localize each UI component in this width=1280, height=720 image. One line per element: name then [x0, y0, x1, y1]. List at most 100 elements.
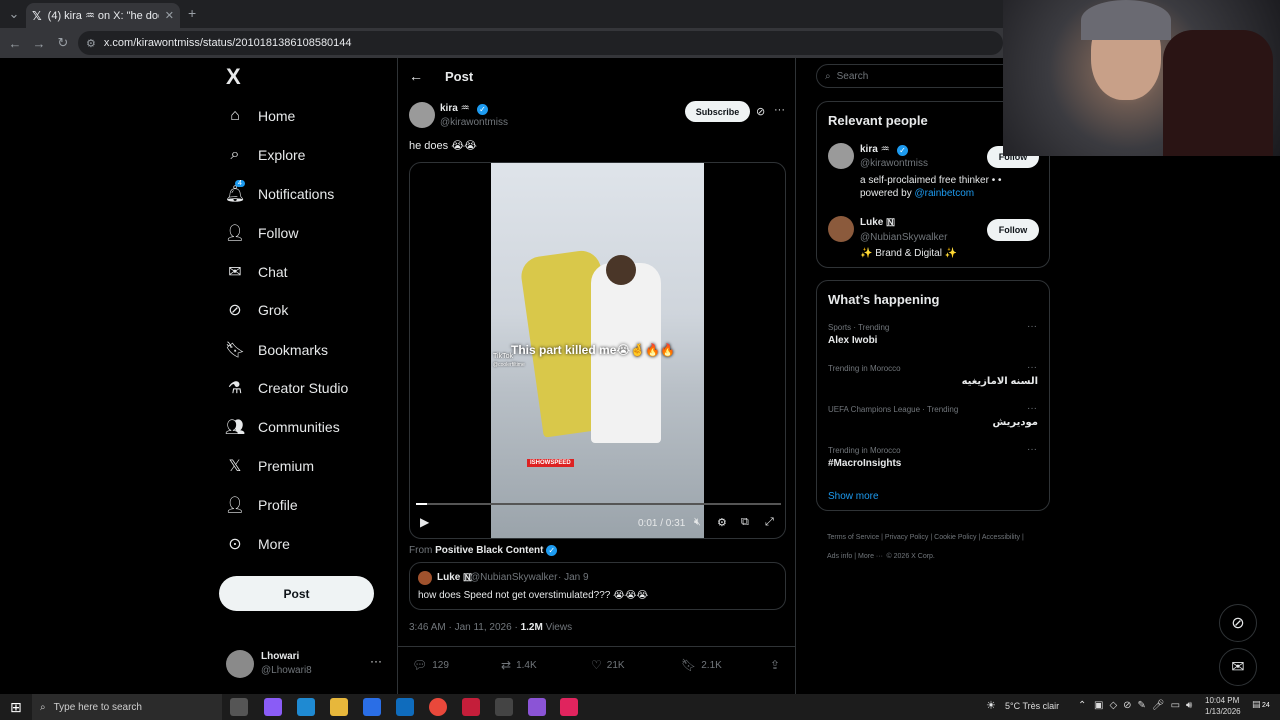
obs-icon[interactable]: [495, 698, 513, 716]
more-icon[interactable]: ···: [774, 104, 785, 116]
play-icon[interactable]: ▶: [420, 515, 429, 529]
address-bar[interactable]: ⚙ x.com/kirawontmiss/status/201018138610…: [78, 31, 1003, 55]
head: [606, 255, 636, 285]
sidebar-item-chat[interactable]: ✉ Chat: [226, 258, 287, 286]
app-icon[interactable]: [462, 698, 480, 716]
site-info-icon[interactable]: ⚙: [86, 37, 96, 50]
person-name[interactable]: Luke 🇳: [860, 217, 895, 228]
quote-author: Luke 🇳: [437, 572, 472, 583]
file-explorer-icon[interactable]: [330, 698, 348, 716]
sidebar-item-profile[interactable]: 👤︎ Profile: [225, 491, 298, 519]
footer-link[interactable]: Ads info: [827, 553, 852, 560]
author-handle[interactable]: @kirawontmiss: [440, 117, 508, 128]
weather-text[interactable]: 5°C Très clair: [1005, 701, 1059, 711]
back-arrow-icon[interactable]: ←: [409, 68, 423, 84]
footer-link[interactable]: Privacy Policy: [885, 534, 929, 541]
card-title: What’s happening: [828, 292, 940, 307]
more-icon[interactable]: ···: [1027, 403, 1037, 414]
more-icon[interactable]: ···: [370, 654, 382, 668]
reload-icon[interactable]: ↻: [53, 33, 73, 53]
forward-icon[interactable]: →: [29, 33, 49, 53]
from-source-link[interactable]: Positive Black Content: [435, 545, 543, 556]
messages-fab-button[interactable]: ✉: [1219, 648, 1257, 686]
close-tab-icon[interactable]: ✕: [165, 9, 174, 22]
x-logo[interactable]: X: [226, 64, 241, 90]
show-more-link[interactable]: Show more: [828, 491, 879, 502]
search-icon: ⌕: [40, 701, 46, 713]
footer-link[interactable]: Terms of Service: [827, 534, 879, 541]
like-button[interactable]: ♡ 21K: [591, 658, 625, 672]
sidebar-item-premium[interactable]: 𝕏 Premium: [226, 452, 314, 480]
grok-icon[interactable]: ⊘: [756, 105, 765, 118]
follow-button[interactable]: Follow: [987, 219, 1039, 241]
account-switcher[interactable]: Lhowari @Lhowari8 ···: [226, 648, 386, 682]
author-name[interactable]: kira ♒: [440, 103, 470, 114]
sidebar-item-grok[interactable]: ⊘ Grok: [226, 296, 288, 324]
grok-fab-button[interactable]: ⊘: [1219, 604, 1257, 642]
more-icon[interactable]: ···: [1027, 444, 1037, 455]
clock-date[interactable]: 1/13/2026: [1205, 707, 1241, 716]
person-name[interactable]: kira ♒: [860, 144, 890, 155]
sidebar-item-bookmarks[interactable]: 🔖︎ Bookmarks: [225, 336, 329, 364]
avatar[interactable]: [828, 143, 854, 169]
footer-links: Terms of Service | Privacy Policy | Cook…: [827, 534, 1024, 560]
sidebar-item-notifications[interactable]: 🔔︎ 4 Notifications: [225, 180, 334, 208]
outlook-icon[interactable]: [396, 698, 414, 716]
tiktok-handle: @coolerfiltime: [493, 362, 525, 368]
app-icon[interactable]: [560, 698, 578, 716]
taskbar-search-input[interactable]: ⌕ Type here to search: [32, 694, 222, 720]
clock-time[interactable]: 10:04 PM: [1205, 696, 1239, 705]
store-icon[interactable]: [363, 698, 381, 716]
video-progress-track[interactable]: [416, 503, 781, 505]
picture-in-picture-icon[interactable]: ⧉: [741, 516, 749, 529]
trend-name: السنه الامازيغيه: [961, 376, 1038, 387]
post-button[interactable]: Post: [219, 576, 374, 611]
sidebar-item-communities[interactable]: 👥︎ Communities: [225, 413, 340, 441]
footer-link[interactable]: Cookie Policy: [934, 534, 976, 541]
repost-button[interactable]: ⇄ 1.4K: [501, 658, 537, 672]
quoted-post[interactable]: Luke 🇳 @NubianSkywalker · Jan 9 how does…: [409, 562, 786, 610]
flask-icon: ⚗: [227, 380, 243, 397]
sidebar-item-label: Bookmarks: [258, 342, 329, 358]
sidebar-item-creator-studio[interactable]: ⚗ Creator Studio: [226, 374, 348, 402]
footer-link[interactable]: More ···: [858, 553, 883, 560]
copilot-icon[interactable]: [264, 698, 282, 716]
reply-button[interactable]: 💬︎ 129: [412, 658, 449, 672]
browser-tab[interactable]: 𝕏 (4) kira ♒ on X: "he does 😭😭 ✕: [26, 3, 180, 28]
tab-list-chevron-icon[interactable]: ⌄: [4, 4, 24, 24]
sidebar-item-more[interactable]: ⊙ More: [226, 530, 290, 558]
mute-icon[interactable]: 🔇︎: [694, 516, 701, 529]
avatar[interactable]: [409, 102, 435, 128]
sidebar-item-label: Creator Studio: [258, 380, 349, 396]
task-view-icon[interactable]: [230, 698, 248, 716]
sidebar-item-follow[interactable]: 👤︎ Follow: [225, 219, 299, 247]
footer-link[interactable]: Accessibility: [982, 534, 1020, 541]
more-icon[interactable]: ···: [1027, 321, 1037, 332]
avatar[interactable]: [828, 216, 854, 242]
post-text: he does 😭😭: [409, 140, 477, 152]
whats-happening-card: What’s happening Sports · Trending Alex …: [816, 280, 1050, 511]
x-favicon-icon: 𝕏: [32, 8, 42, 23]
bio-link[interactable]: @rainbetcom: [914, 188, 974, 199]
new-tab-button[interactable]: +: [188, 5, 196, 21]
chrome-icon[interactable]: [429, 698, 447, 716]
app-icon[interactable]: [528, 698, 546, 716]
video-player[interactable]: This part killed me😭🤞🔥🔥 TikTok @coolerfi…: [409, 162, 786, 539]
sidebar-item-explore[interactable]: ⌕ Explore: [226, 141, 306, 169]
person-bio-line2: powered by @rainbetcom: [860, 188, 974, 199]
more-icon[interactable]: ···: [1027, 362, 1037, 373]
settings-icon[interactable]: ⚙: [717, 516, 727, 529]
back-icon[interactable]: ←: [5, 33, 25, 53]
share-button[interactable]: ⇪: [770, 658, 780, 672]
trend-name: #MacroInsights: [828, 458, 902, 469]
edge-icon[interactable]: [297, 698, 315, 716]
tray-chevron-icon[interactable]: ⌃: [1078, 700, 1086, 711]
grok-icon: ⊘: [1231, 615, 1245, 632]
sidebar-item-home[interactable]: ⌂ Home: [226, 102, 295, 130]
windows-start-icon[interactable]: ⊞: [10, 699, 22, 716]
fullscreen-icon[interactable]: ⤢: [765, 516, 774, 529]
system-tray-icons[interactable]: ▣◇⊘✎🎤︎▭🔊︎: [1094, 700, 1198, 711]
notification-center-icon[interactable]: ▤: [1252, 699, 1261, 710]
subscribe-button[interactable]: Subscribe: [685, 101, 750, 122]
bookmark-button[interactable]: 🔖︎ 2.1K: [681, 658, 722, 672]
